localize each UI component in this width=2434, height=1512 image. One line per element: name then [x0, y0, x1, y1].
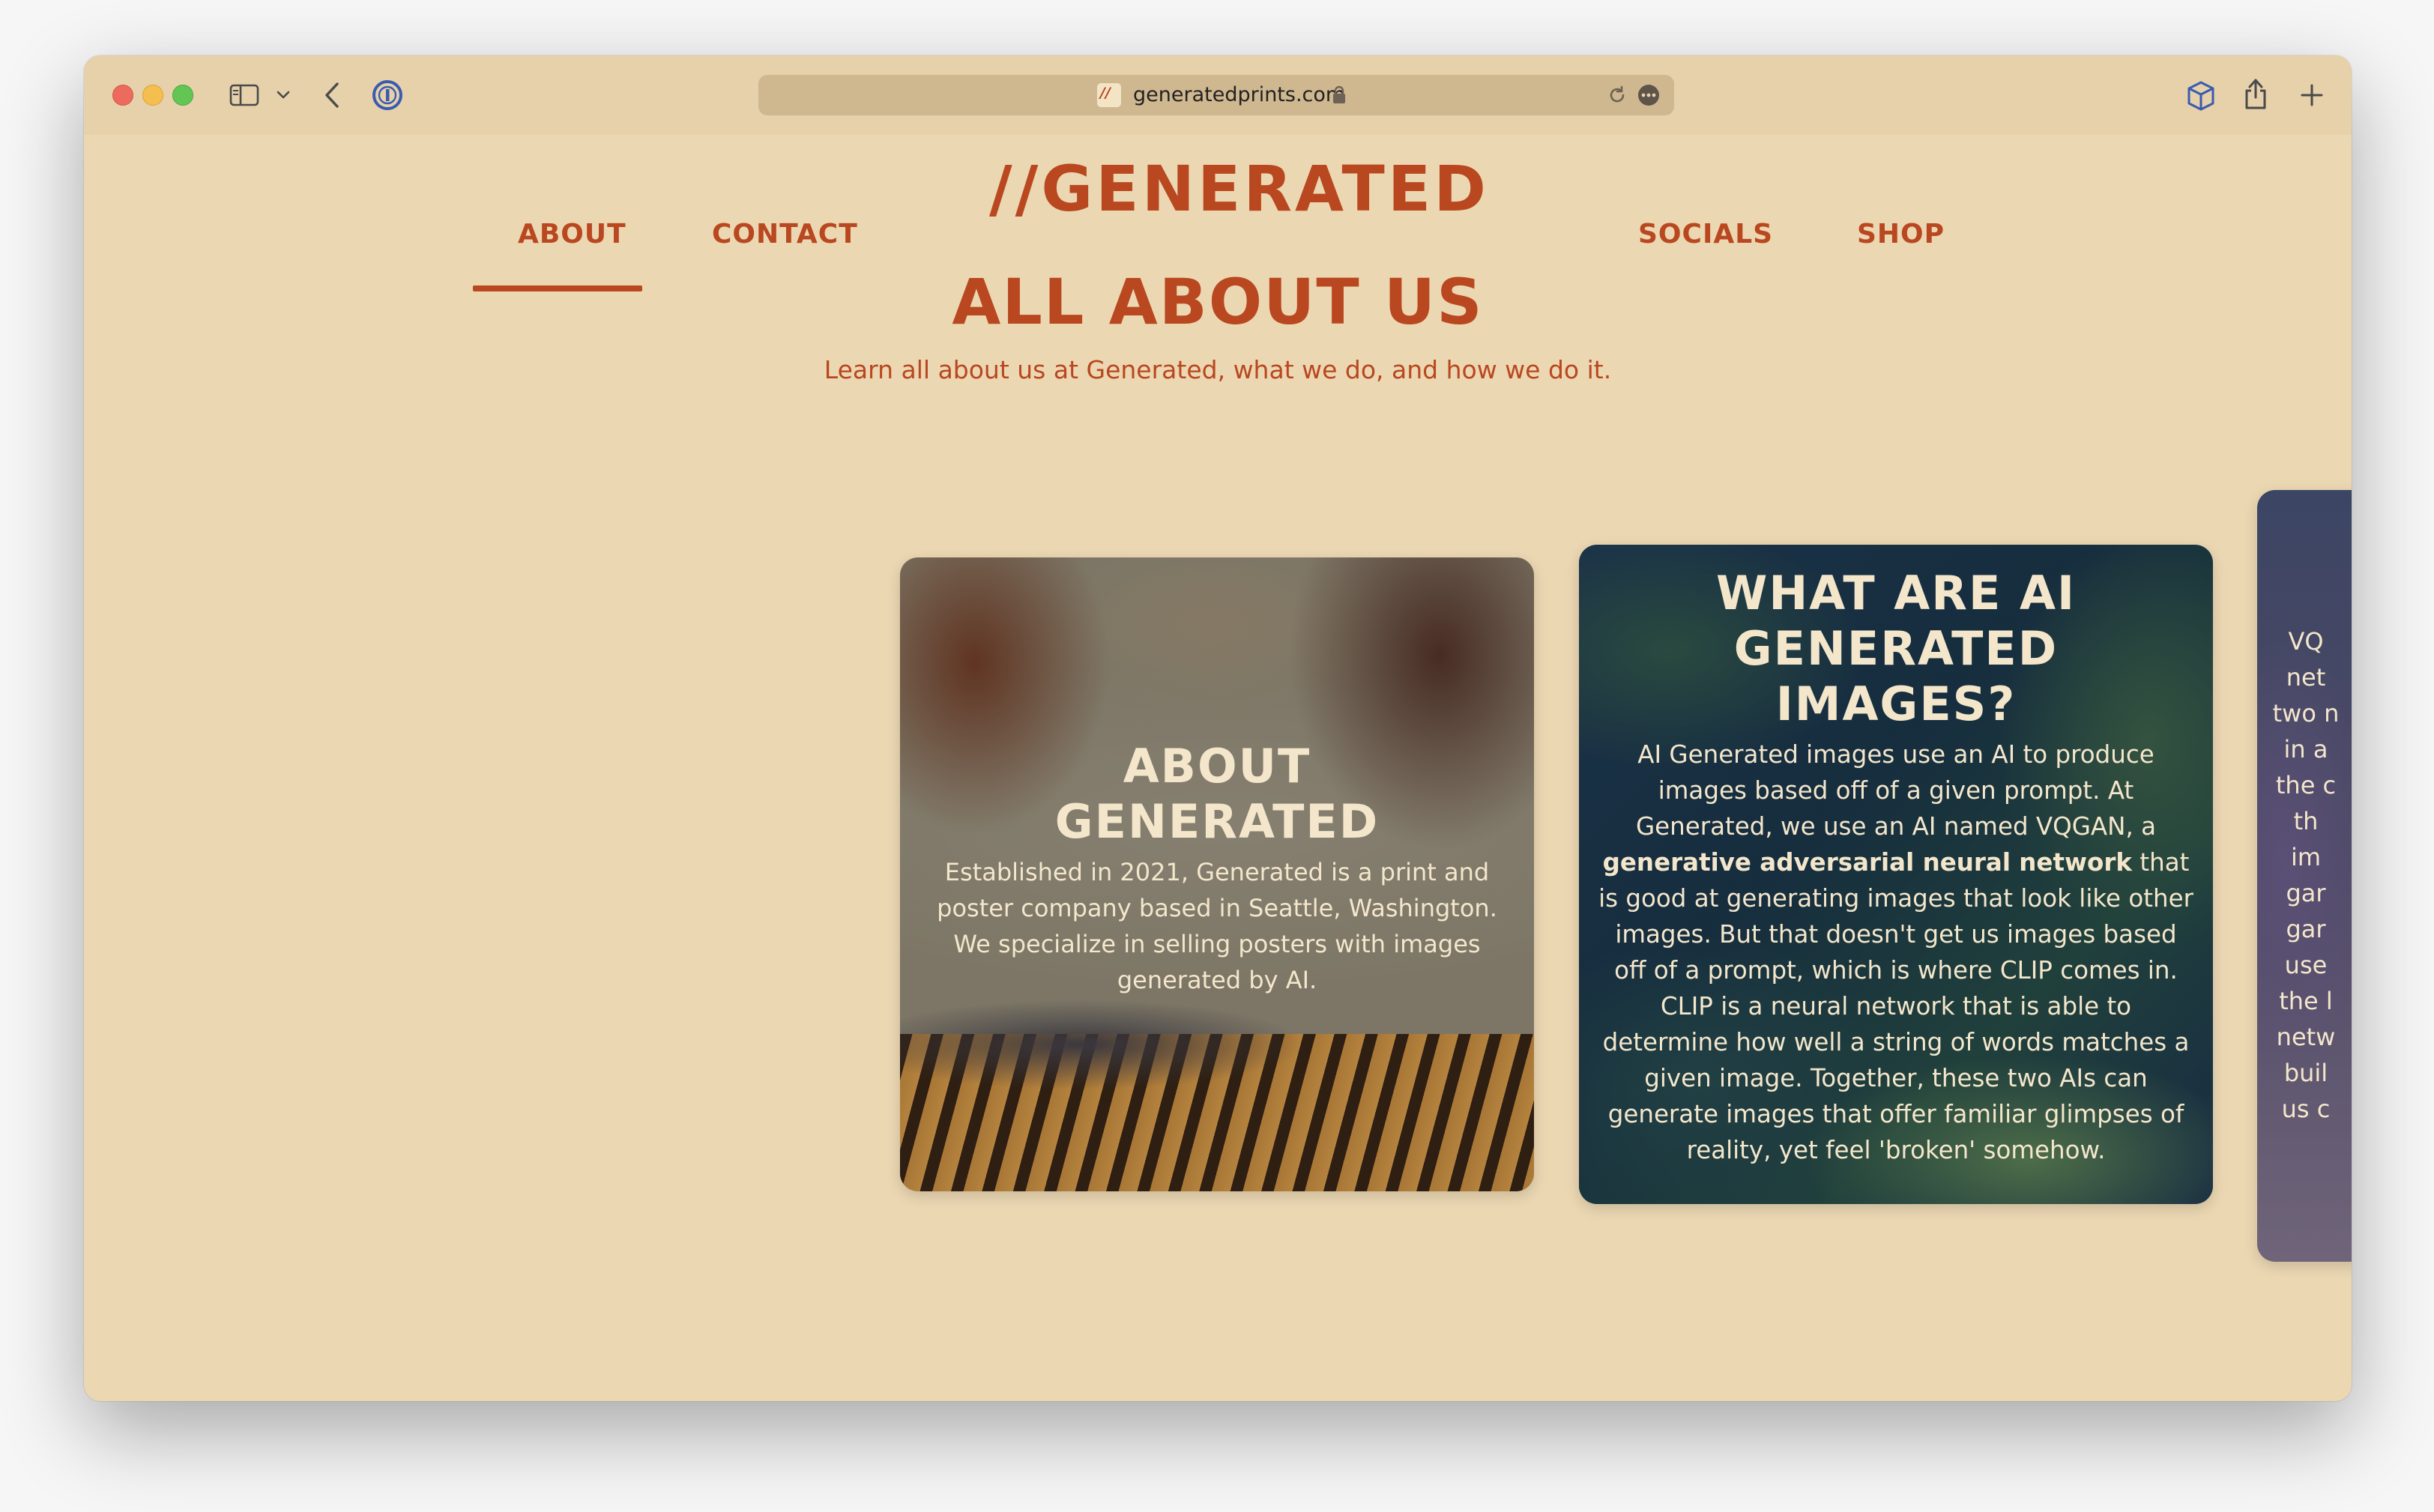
- partial-line: the l: [2279, 987, 2333, 1015]
- partial-line: the c: [2275, 771, 2337, 799]
- partial-line: gar: [2286, 879, 2326, 907]
- ai-generated-images-card[interactable]: WHAT ARE AI GENERATED IMAGES? AI Generat…: [1579, 545, 2213, 1204]
- nav-socials-link[interactable]: SOCIALS: [1638, 219, 1773, 250]
- sidebar-icon[interactable]: [229, 84, 259, 106]
- browser-toolbar: // generatedprints.com: [84, 55, 2352, 135]
- partial-line: gar: [2286, 915, 2326, 943]
- close-window-button[interactable]: [112, 85, 133, 106]
- about-generated-card[interactable]: ABOUT GENERATED Established in 2021, Gen…: [900, 557, 1534, 1191]
- card-description: AI Generated images use an AI to produce…: [1597, 737, 2195, 1168]
- browser-window: // generatedprints.com ABOUT CONTACT SOC…: [84, 55, 2352, 1401]
- partial-line: us c: [2281, 1095, 2331, 1123]
- partial-line: im: [2290, 843, 2322, 871]
- zoom-window-button[interactable]: [172, 85, 193, 106]
- minimize-window-button[interactable]: [142, 85, 163, 106]
- favicon-text: //: [1100, 85, 1111, 101]
- partial-line: two n: [2272, 699, 2340, 728]
- partial-line: net: [2286, 663, 2326, 692]
- reload-icon[interactable]: [1607, 85, 1628, 106]
- chevron-down-icon[interactable]: [276, 90, 291, 100]
- site-logo[interactable]: //GENERATED: [989, 152, 1489, 226]
- nav-about-link[interactable]: ABOUT: [518, 219, 626, 250]
- url-text: generatedprints.com: [1133, 83, 1346, 106]
- password-manager-icon[interactable]: [372, 79, 403, 111]
- card-description-rest: that is good at generating images that l…: [1598, 848, 2193, 1164]
- partial-line: th: [2293, 807, 2319, 835]
- back-icon[interactable]: [322, 81, 342, 109]
- card-description-intro: AI Generated images use an AI to produce…: [1635, 740, 2157, 841]
- partial-line: VQ: [2288, 627, 2324, 656]
- page-title: ALL ABOUT US: [952, 265, 1484, 339]
- lock-icon: [1333, 85, 1345, 103]
- partial-line: netw: [2276, 1023, 2336, 1051]
- partial-line: in a: [2283, 735, 2328, 763]
- card-title: ABOUT GENERATED: [1054, 739, 1380, 849]
- partial-card-text: VQ net two n in a the c th im gar gar us…: [2257, 623, 2352, 1127]
- partial-line: buil: [2283, 1059, 2328, 1087]
- extension-box-icon[interactable]: [2185, 79, 2217, 112]
- nav-contact-link[interactable]: CONTACT: [712, 219, 858, 250]
- card-title: WHAT ARE AI GENERATED IMAGES?: [1715, 566, 2077, 731]
- partial-third-card[interactable]: VQ net two n in a the c th im gar gar us…: [2257, 490, 2352, 1262]
- share-icon[interactable]: [2242, 76, 2269, 111]
- favicon: //: [1097, 83, 1121, 107]
- card-description-emphasis: generative adversarial neural network: [1602, 848, 2133, 877]
- plus-icon[interactable]: [2299, 82, 2325, 108]
- page-subtitle: Learn all about us at Generated, what we…: [824, 355, 1612, 384]
- nav-shop-link[interactable]: SHOP: [1857, 219, 1945, 250]
- address-bar[interactable]: // generatedprints.com: [758, 75, 1674, 115]
- card-description: Established in 2021, Generated is a prin…: [937, 858, 1497, 994]
- partial-line: use: [2284, 951, 2328, 979]
- more-icon[interactable]: [1637, 83, 1661, 107]
